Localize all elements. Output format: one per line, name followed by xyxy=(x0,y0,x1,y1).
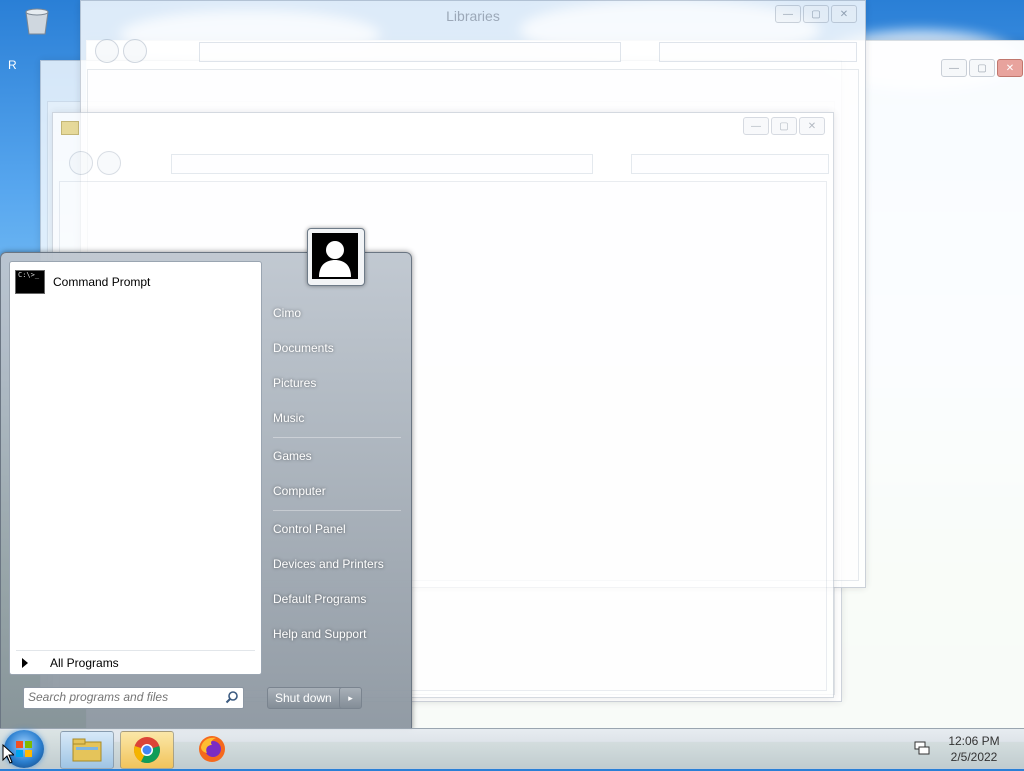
navigation-bar xyxy=(89,39,857,63)
link-games[interactable]: Games xyxy=(273,443,403,469)
forward-button[interactable] xyxy=(97,151,121,175)
mouse-cursor xyxy=(2,743,16,767)
all-programs-label: All Programs xyxy=(50,656,119,670)
start-menu: C:\>_ Command Prompt All Programs Cimo D… xyxy=(0,252,412,730)
right-links-pane: Cimo Documents Pictures Music Games Comp… xyxy=(263,253,411,729)
link-help-support[interactable]: Help and Support xyxy=(273,621,403,647)
link-default-programs[interactable]: Default Programs xyxy=(273,586,403,612)
back-button[interactable] xyxy=(69,151,93,175)
explorer-icon xyxy=(72,738,102,765)
shutdown-options-button[interactable]: ▸ xyxy=(339,687,362,709)
network-icon[interactable] xyxy=(914,741,930,755)
taskbar-firefox-button[interactable] xyxy=(186,731,238,767)
minimize-button[interactable]: — xyxy=(775,5,801,23)
link-documents[interactable]: Documents xyxy=(273,335,403,361)
window-title: Libraries xyxy=(446,8,500,24)
chevron-right-icon: ▸ xyxy=(348,693,353,703)
clock-time[interactable]: 12:06 PM xyxy=(936,734,1012,748)
maximize-button[interactable]: ▢ xyxy=(771,117,797,135)
taskbar-chrome-button[interactable] xyxy=(120,731,174,769)
taskbar: 12:06 PM 2/5/2022 xyxy=(0,728,1024,769)
shutdown-label: Shut down xyxy=(275,691,332,705)
link-control-panel[interactable]: Control Panel xyxy=(273,516,403,542)
desktop-icon-label: R xyxy=(8,58,17,72)
search-field[interactable] xyxy=(631,154,829,174)
window-caption-buttons: — ▢ ✕ xyxy=(775,5,857,23)
navigation-bar xyxy=(61,151,829,175)
window-title xyxy=(53,113,833,143)
arrow-right-icon xyxy=(22,658,28,668)
command-prompt-icon: C:\>_ xyxy=(15,270,45,294)
minimize-button[interactable]: — xyxy=(941,59,967,77)
link-music[interactable]: Music xyxy=(273,405,403,431)
all-programs-button[interactable]: All Programs xyxy=(16,650,255,675)
program-label: Command Prompt xyxy=(53,275,151,289)
close-button[interactable]: ✕ xyxy=(997,59,1023,77)
recycle-bin-icon[interactable] xyxy=(20,6,54,36)
command-prompt-icon-text: C:\>_ xyxy=(18,271,40,279)
link-devices-printers[interactable]: Devices and Printers xyxy=(273,551,403,577)
close-button[interactable]: ✕ xyxy=(831,5,857,23)
shutdown-button[interactable]: Shut down xyxy=(267,687,349,709)
search-icon[interactable] xyxy=(225,690,239,707)
search-input[interactable] xyxy=(28,689,214,705)
user-avatar-icon xyxy=(312,233,358,279)
programs-pane: C:\>_ Command Prompt All Programs xyxy=(9,261,262,675)
address-bar[interactable] xyxy=(171,154,593,174)
clock-date[interactable]: 2/5/2022 xyxy=(936,750,1012,764)
search-field[interactable] xyxy=(659,42,857,62)
start-search-box[interactable] xyxy=(23,687,244,709)
program-item-command-prompt[interactable]: C:\>_ Command Prompt xyxy=(14,266,257,298)
forward-button[interactable] xyxy=(123,39,147,63)
address-bar[interactable] xyxy=(199,42,621,62)
link-computer[interactable]: Computer xyxy=(273,478,403,504)
firefox-icon xyxy=(198,735,226,766)
separator xyxy=(273,510,401,511)
window-caption-buttons: — ▢ ✕ xyxy=(743,117,825,135)
link-pictures[interactable]: Pictures xyxy=(273,370,403,396)
maximize-button[interactable]: ▢ xyxy=(969,59,995,77)
user-avatar[interactable] xyxy=(307,228,365,286)
window-caption-buttons: — ▢ ✕ xyxy=(941,59,1023,77)
maximize-button[interactable]: ▢ xyxy=(803,5,829,23)
link-user-folder[interactable]: Cimo xyxy=(273,300,403,326)
separator xyxy=(273,437,401,438)
back-button[interactable] xyxy=(95,39,119,63)
taskbar-explorer-button[interactable] xyxy=(60,731,114,769)
chrome-icon xyxy=(133,736,161,767)
close-button[interactable]: ✕ xyxy=(799,117,825,135)
minimize-button[interactable]: — xyxy=(743,117,769,135)
